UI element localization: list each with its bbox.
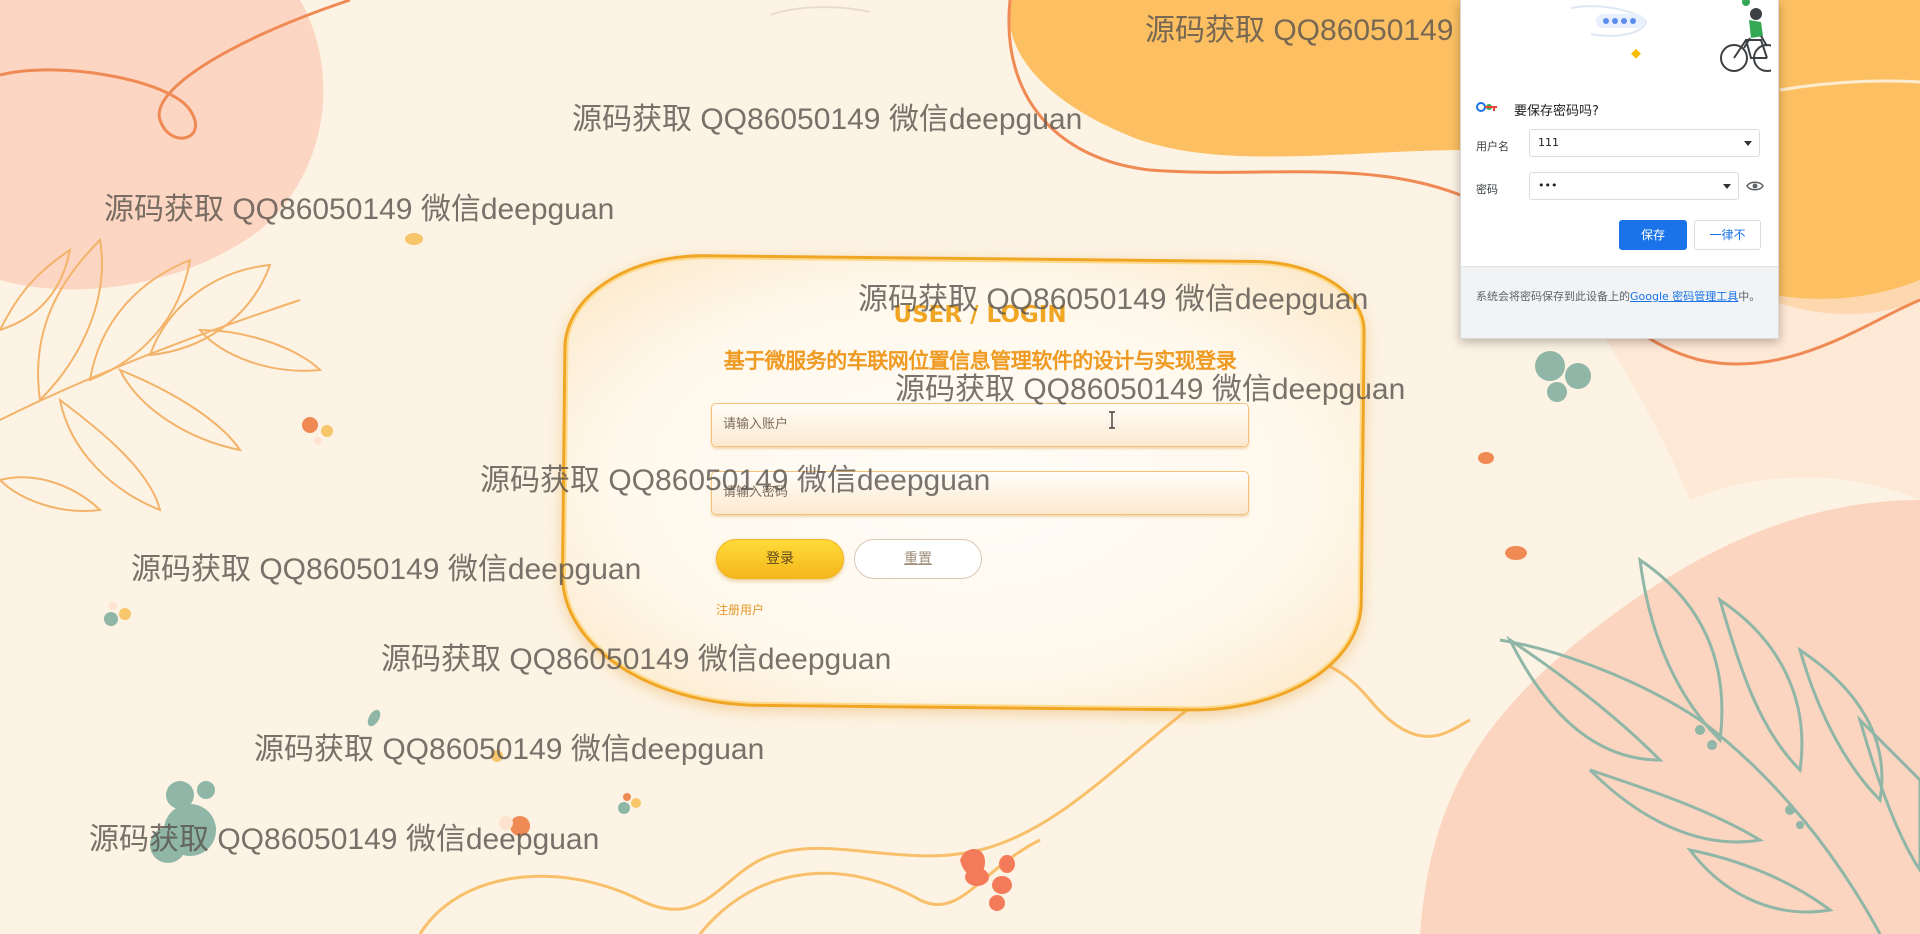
watermark-text: 源码获取 QQ86050149 微信deepguan: [858, 283, 1369, 316]
footer-text: 系统会将密码保存到此设备上的: [1476, 290, 1630, 303]
reset-button[interactable]: 重置: [854, 539, 982, 579]
blob-top-left: [0, 0, 324, 290]
register-link[interactable]: 注册用户: [716, 601, 764, 618]
password-manager-link[interactable]: Google 密码管理工具: [1630, 290, 1738, 303]
watermark-text: 源码获取 QQ86050149 微信deepguan: [381, 643, 892, 676]
login-button[interactable]: 登录: [716, 539, 844, 579]
save-password-question: 要保存密码吗?: [1514, 104, 1599, 119]
watermark-text: 源码获取 QQ86050149 微信deepguan: [254, 733, 765, 766]
chevron-down-icon: [1723, 184, 1731, 189]
save-password-button[interactable]: 保存: [1619, 220, 1687, 250]
password-value: •••: [1538, 179, 1558, 192]
footer-suffix: 中。: [1738, 290, 1761, 303]
curve-bottom-left: [698, 838, 1041, 934]
username-value: 111: [1538, 136, 1559, 149]
username-label: 用户名: [1476, 140, 1509, 153]
save-password-dialog: 要保存密码吗? 用户名 111 密码 ••• 保存 一律不 系统会将密码保存到此…: [1460, 0, 1779, 339]
watermark-text: 源码获取 QQ86050149 微信deepguan: [89, 823, 600, 856]
username-input[interactable]: 请输入账户: [711, 403, 1249, 447]
chevron-down-icon: [1744, 141, 1752, 146]
key-icon: [1476, 102, 1497, 112]
eye-icon[interactable]: [1746, 180, 1764, 192]
blob-right: [1420, 500, 1920, 934]
watermark-text: 源码获取 QQ86050149 微信deepguan: [480, 464, 991, 497]
coral-flower: [960, 848, 1015, 911]
cyclist-illustration-icon: [1531, 0, 1771, 85]
watermark-text: 源码获取 QQ86050149 微信deepguan: [131, 553, 642, 586]
text-cursor-icon: [1109, 411, 1115, 429]
username-select[interactable]: 111: [1529, 129, 1760, 157]
password-select[interactable]: •••: [1529, 172, 1739, 200]
top-center-mark: [769, 6, 871, 16]
watermark-text: 源码获取 QQ86050149 微信deepguan: [572, 103, 1083, 136]
never-save-button[interactable]: 一律不: [1694, 220, 1761, 250]
password-label: 密码: [1476, 183, 1498, 196]
watermark-text: 源码获取 QQ86050149 微信deepguan: [104, 193, 615, 226]
save-password-footer: 系统会将密码保存到此设备上的Google 密码管理工具中。: [1461, 266, 1778, 338]
watermark-text: 源码获取 QQ86050149 微信deepguan: [895, 373, 1406, 406]
